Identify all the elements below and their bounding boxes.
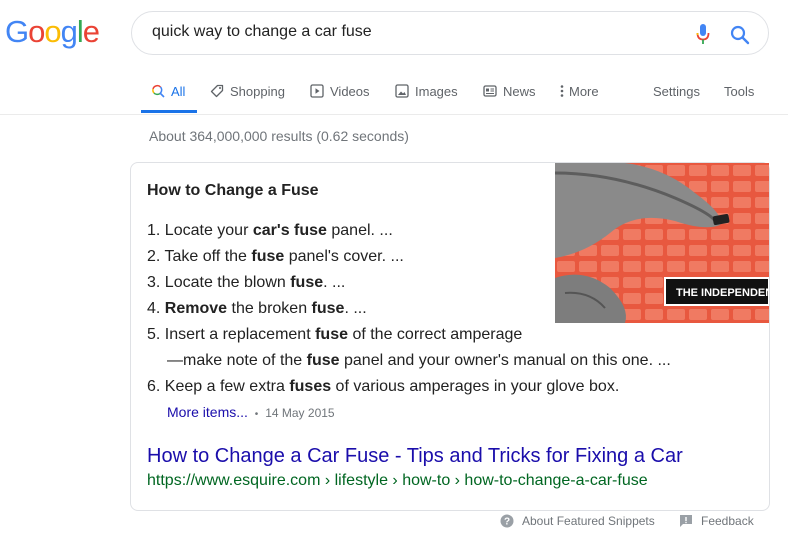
search-icon [152, 84, 165, 98]
result-url: https://www.esquire.com › lifestyle › ho… [147, 472, 648, 489]
tab-news[interactable]: News [483, 83, 536, 99]
bold-keyword: Remove [164, 300, 228, 317]
step-text: . ... [323, 274, 346, 291]
step-text: of the correct amperage [348, 326, 523, 343]
play-icon [310, 84, 324, 98]
tag-icon [210, 84, 224, 98]
step-text: panel's cover. ... [284, 248, 404, 265]
tab-shopping[interactable]: Shopping [210, 83, 285, 99]
tab-images[interactable]: Images [395, 83, 458, 99]
separator-dot: • [254, 409, 259, 420]
tab-all[interactable]: All [151, 83, 185, 99]
step-text: —make note of the [167, 352, 307, 369]
about-featured-snippets-link[interactable]: ? About Featured Snippets [500, 514, 655, 528]
feedback-label: Feedback [701, 514, 754, 528]
bold-keyword: fuse [290, 274, 324, 291]
step-text: . ... [344, 300, 367, 317]
result-title-link[interactable]: How to Change a Car Fuse - Tips and Tric… [147, 445, 683, 468]
step-text: of various amperages in your glove box. [331, 378, 620, 395]
image-icon [395, 84, 409, 98]
bold-keyword: fuse [311, 300, 345, 317]
snippet-meta: More items... • 14 May 2015 [167, 404, 335, 420]
snippet-step-continuation: —make note of the fuse panel and your ow… [147, 348, 671, 374]
active-tab-indicator [141, 110, 197, 113]
step-text: panel and your owner's manual on this on… [339, 352, 671, 369]
tools-label: Tools [724, 83, 755, 99]
image-caption: THE INDEPENDENT [676, 287, 769, 299]
step-text: Take off the [164, 248, 252, 265]
bold-keyword: fuses [289, 378, 332, 395]
bold-keyword: fuse [315, 326, 348, 343]
about-label: About Featured Snippets [522, 514, 655, 528]
more-items-link[interactable]: More items... [167, 404, 248, 420]
more-vert-icon [560, 85, 564, 97]
step-number: 6. [147, 378, 165, 395]
feedback-link[interactable]: Feedback [679, 514, 754, 528]
tab-label: News [503, 83, 536, 99]
snippet-step: 6. Keep a few extra fuses of various amp… [147, 374, 671, 400]
help-icon: ? [500, 514, 514, 528]
search-tabs-bar: All Shopping Videos Images News More Set… [0, 0, 788, 115]
step-text: Locate your [164, 222, 253, 239]
tab-more[interactable]: More [559, 83, 599, 99]
step-text: Insert a replacement [164, 326, 316, 343]
tab-videos[interactable]: Videos [310, 83, 370, 99]
svg-text:?: ? [504, 517, 510, 528]
step-text: the broken [227, 300, 312, 317]
bold-keyword: fuse [251, 248, 285, 265]
result-stats: About 364,000,000 results (0.62 seconds) [149, 128, 409, 144]
tab-label: Videos [330, 83, 370, 99]
tab-label: Shopping [230, 83, 285, 99]
tab-label: All [171, 83, 186, 99]
step-number: 4. [147, 300, 165, 317]
step-text: panel. ... [326, 222, 393, 239]
snippet-thumbnail-image[interactable]: THE INDEPENDENT [555, 163, 769, 323]
feedback-icon [680, 515, 692, 527]
step-text: Locate the blown [164, 274, 291, 291]
step-number: 2. [147, 248, 165, 265]
settings-button[interactable]: Settings [653, 83, 700, 99]
tools-button[interactable]: Tools [724, 83, 754, 99]
step-number: 1. [147, 222, 165, 239]
snippet-title: How to Change a Fuse [147, 182, 319, 199]
tab-label: Images [415, 83, 458, 99]
step-number: 3. [147, 274, 165, 291]
step-number: 5. [147, 326, 165, 343]
snippet-step: 5. Insert a replacement fuse of the corr… [147, 322, 671, 348]
tab-label: More [569, 83, 599, 99]
snippet-date: 14 May 2015 [265, 406, 335, 420]
step-text: Keep a few extra [164, 378, 290, 395]
newspaper-icon [483, 85, 497, 97]
bold-keyword: fuse [306, 352, 340, 369]
settings-label: Settings [653, 83, 700, 99]
bold-keyword: car's fuse [252, 222, 327, 239]
